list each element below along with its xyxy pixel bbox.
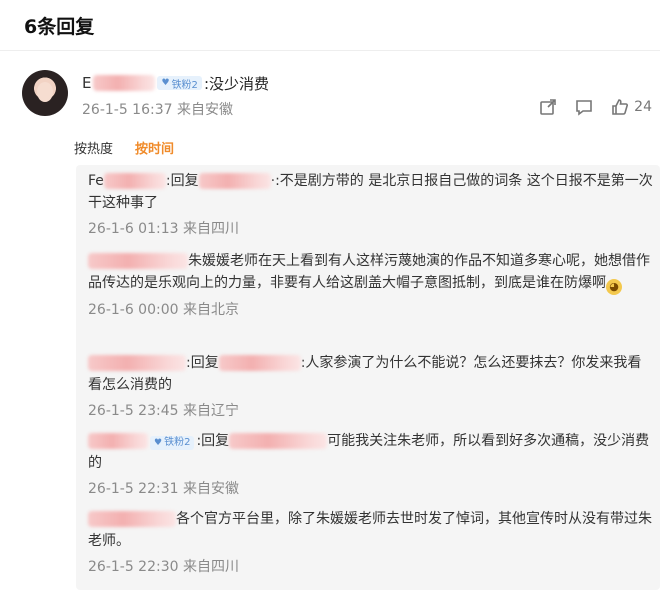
reply-to-label: :回复 xyxy=(165,173,199,189)
reply-text: 朱媛媛老师在天上看到有人这样污蔑她演的作品不知道多寒心呢，她想借作品传达的是乐观… xyxy=(88,250,653,295)
main-comment-meta: 26-1-5 16:37 来自安徽 xyxy=(82,99,233,119)
reply-location: 来自北京 xyxy=(182,302,239,318)
reply-item: :回复:人家参演了为什么不能说？怎么还要抹去？你发来我看看怎么消费的 26-1-… xyxy=(88,352,653,422)
reply-meta: 26-1-6 01:13 来自四川 xyxy=(88,218,653,240)
blurred-username xyxy=(88,253,188,269)
reply-meta: 26-1-5 23:45 来自辽宁 xyxy=(88,400,653,422)
comment-actions: 24 xyxy=(538,97,652,117)
reply-to-label: :回复 xyxy=(186,355,219,371)
like-count: 24 xyxy=(634,99,652,115)
main-comment-text: :没少消费 xyxy=(203,74,269,93)
username-initial[interactable]: E xyxy=(82,74,91,92)
main-comment-timestamp: 26-1-5 16:37 xyxy=(82,102,173,118)
sort-tabs: 按热度 按时间 xyxy=(74,138,174,157)
like-icon xyxy=(612,99,629,115)
fan-badge-label: 铁粉2 xyxy=(164,437,191,448)
blurred-username xyxy=(88,355,186,371)
reply-item: ♥ 铁粉2:回复 可能我关注朱老师，所以看到好多次通稿，没少消费的 26-1-5 2… xyxy=(88,430,653,500)
reply-user-prefix[interactable]: Fe xyxy=(88,173,104,189)
blurred-username xyxy=(88,511,176,527)
reply-location: 来自辽宁 xyxy=(182,403,239,419)
blurred-username xyxy=(93,75,156,91)
reply-item: 各个官方平台里，除了朱媛媛老师去世时发了悼词，其他宣传时从没有带过朱老师。 26… xyxy=(88,508,653,578)
reply-text: Fe:回复 ·:不是剧方带的 是北京日报自己做的词条 这个日报不是第一次干这种事了 xyxy=(88,170,653,214)
reply-text: :回复:人家参演了为什么不能说？怎么还要抹去？你发来我看看怎么消费的 xyxy=(88,352,653,396)
share-icon xyxy=(540,99,556,115)
tab-sort-hot[interactable]: 按热度 xyxy=(74,138,113,157)
reply-timestamp: 26-1-5 23:45 xyxy=(88,403,179,419)
heart-icon: ♥ xyxy=(161,78,170,88)
blurred-username xyxy=(88,433,148,449)
avatar[interactable] xyxy=(22,70,68,116)
fan-badge: ♥ 铁粉2 xyxy=(150,436,195,450)
page-title: 6条回复 xyxy=(24,16,95,38)
reply-item: 朱媛媛老师在天上看到有人这样污蔑她演的作品不知道多寒心呢，她想借作品传达的是乐观… xyxy=(88,250,653,321)
blurred-username xyxy=(198,173,271,189)
reply-timestamp: 26-1-5 22:30 xyxy=(88,559,179,575)
comment-button[interactable] xyxy=(574,97,594,117)
blurred-username xyxy=(218,355,301,371)
smile-emoji-icon: ◕ xyxy=(606,279,622,295)
reply-timestamp: 26-1-6 00:00 xyxy=(88,302,179,318)
tab-sort-time[interactable]: 按时间 xyxy=(135,138,174,157)
reply-location: 来自四川 xyxy=(182,221,239,237)
reply-meta: 26-1-6 00:00 来自北京 xyxy=(88,299,653,321)
reply-location: 来自安徽 xyxy=(182,481,239,497)
heart-icon: ♥ xyxy=(154,438,163,448)
reply-to-label: :回复 xyxy=(196,433,230,449)
reply-item: Fe:回复 ·:不是剧方带的 是北京日报自己做的词条 这个日报不是第一次干这种事了… xyxy=(88,170,653,240)
like-button[interactable]: 24 xyxy=(610,97,652,117)
blurred-username xyxy=(103,173,166,189)
reply-timestamp: 26-1-6 01:13 xyxy=(88,221,179,237)
blurred-username xyxy=(229,433,328,449)
reply-meta: 26-1-5 22:30 来自四川 xyxy=(88,556,653,578)
fan-badge-label: 铁粉2 xyxy=(171,79,198,91)
reply-text: 各个官方平台里，除了朱媛媛老师去世时发了悼词，其他宣传时从没有带过朱老师。 xyxy=(88,508,653,552)
reply-location: 来自四川 xyxy=(182,559,239,575)
reply-timestamp: 26-1-5 22:31 xyxy=(88,481,179,497)
main-comment-location: 来自安徽 xyxy=(176,102,233,118)
fan-badge: ♥ 铁粉2 xyxy=(157,76,202,91)
comment-icon xyxy=(576,100,592,116)
main-comment-header: E ♥ 铁粉2 :没少消费 xyxy=(82,72,269,94)
reply-meta: 26-1-5 22:31 来自安徽 xyxy=(88,478,653,500)
reply-text: ♥ 铁粉2:回复 可能我关注朱老师，所以看到好多次通稿，没少消费的 xyxy=(88,430,653,474)
share-button[interactable] xyxy=(538,97,558,117)
divider xyxy=(0,50,660,51)
